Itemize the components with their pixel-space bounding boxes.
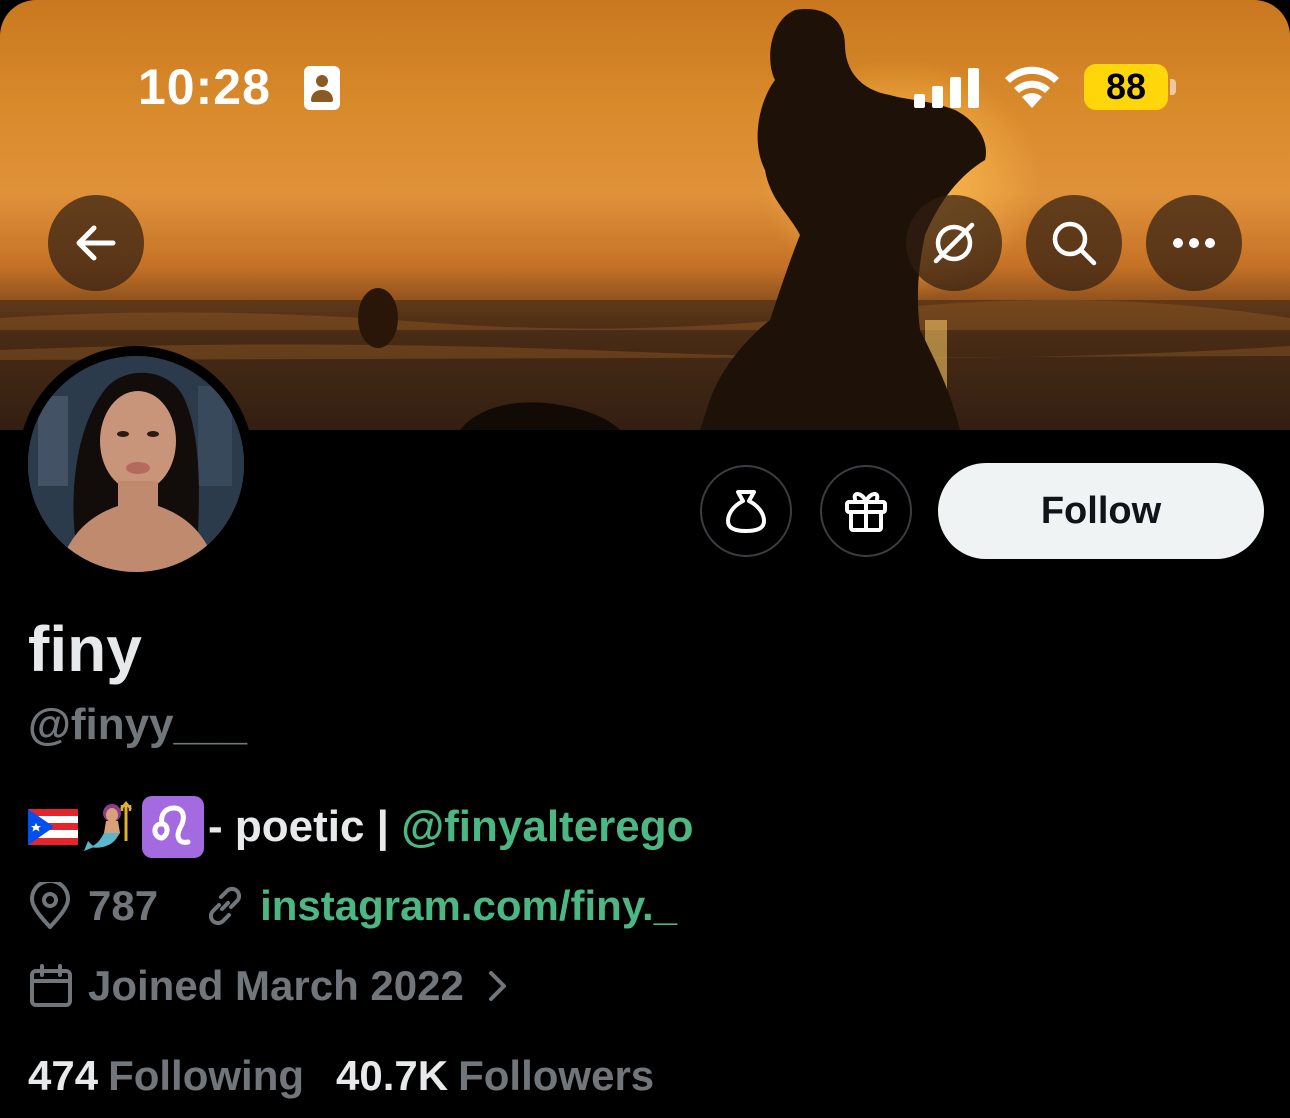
battery-indicator: 88 bbox=[1084, 64, 1168, 110]
grok-icon bbox=[933, 222, 975, 264]
status-time: 10:28 bbox=[138, 59, 271, 115]
profile-meta-row: 787 instagram.com/finy._ bbox=[28, 882, 677, 930]
followers-count: 40.7K bbox=[336, 1052, 449, 1099]
profile-bio: - poetic | @finyalterego bbox=[28, 796, 694, 858]
bio-mention-link[interactable]: @finyalterego bbox=[401, 802, 693, 852]
back-button[interactable] bbox=[48, 195, 144, 291]
money-bag-icon bbox=[726, 490, 766, 533]
calendar-icon bbox=[30, 964, 72, 1007]
profile-screen: 10:28 88 Follow finy @finyy___ - poetic … bbox=[0, 0, 1290, 1118]
display-name: finy bbox=[28, 613, 142, 685]
arrow-left-icon bbox=[76, 225, 116, 261]
followers-link[interactable]: 40.7K Followers bbox=[336, 1052, 654, 1100]
following-label: Following bbox=[108, 1052, 305, 1099]
tip-button[interactable] bbox=[700, 465, 792, 557]
location-text: 787 bbox=[88, 882, 159, 929]
wifi-icon bbox=[1005, 66, 1059, 108]
cellular-signal-icon bbox=[914, 68, 979, 108]
puerto-rico-flag-icon bbox=[28, 809, 78, 845]
location-icon bbox=[30, 882, 70, 929]
grok-button[interactable] bbox=[906, 195, 1002, 291]
link-icon bbox=[209, 886, 242, 926]
gift-button[interactable] bbox=[820, 465, 912, 557]
bio-text: - poetic | bbox=[208, 802, 402, 851]
following-link[interactable]: 474 Following bbox=[28, 1052, 304, 1100]
mermaid-icon bbox=[84, 801, 132, 851]
joined-row[interactable]: Joined March 2022 bbox=[28, 962, 510, 1010]
search-button[interactable] bbox=[1026, 195, 1122, 291]
gift-icon bbox=[845, 492, 887, 532]
search-icon bbox=[1052, 221, 1097, 266]
follow-button[interactable]: Follow bbox=[938, 463, 1264, 559]
chevron-right-icon bbox=[488, 971, 506, 1001]
website-link[interactable]: instagram.com/finy._ bbox=[260, 882, 677, 930]
profile-avatar[interactable] bbox=[18, 346, 254, 582]
leo-zodiac-icon bbox=[142, 796, 204, 858]
contact-badge-icon bbox=[304, 66, 340, 110]
following-count: 474 bbox=[28, 1052, 99, 1099]
avatar-image bbox=[28, 356, 244, 572]
more-options-button[interactable] bbox=[1146, 195, 1242, 291]
follow-stats: 474 Following 40.7K Followers bbox=[28, 1052, 654, 1100]
user-handle: @finyy___ bbox=[28, 700, 248, 749]
joined-date: Joined March 2022 bbox=[88, 962, 464, 1009]
followers-label: Followers bbox=[458, 1052, 655, 1099]
more-icon bbox=[1173, 238, 1215, 248]
battery-cap bbox=[1170, 79, 1176, 95]
